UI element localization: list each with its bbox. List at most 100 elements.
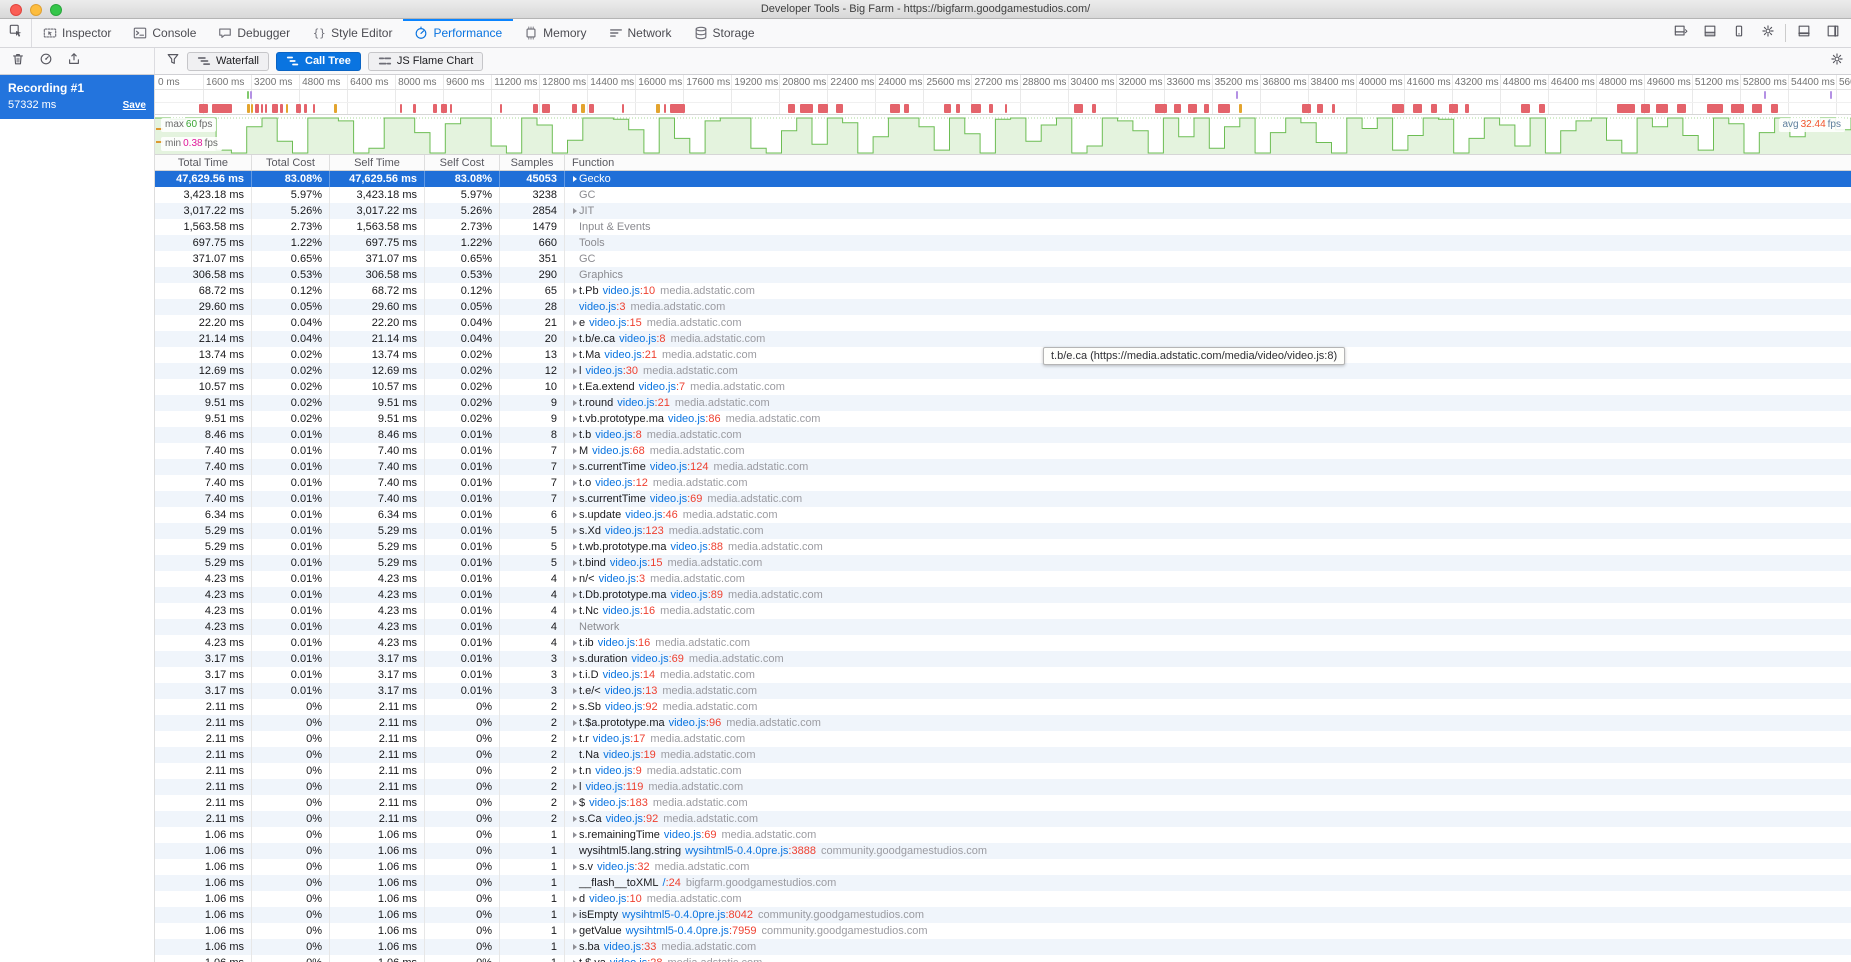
table-row[interactable]: 371.07 ms 0.65% 371.07 ms 0.65% 351 GC bbox=[155, 251, 1851, 267]
function-file-link[interactable]: video.js bbox=[599, 573, 636, 585]
table-row[interactable]: 3,423.18 ms 5.97% 3,423.18 ms 5.97% 3238 GC bbox=[155, 187, 1851, 203]
table-row[interactable]: 1.06 ms 0% 1.06 ms 0% 1 wysihtml5.lang.string… bbox=[155, 843, 1851, 859]
function-file-link[interactable]: video.js bbox=[592, 445, 629, 457]
expand-arrow-icon[interactable] bbox=[570, 720, 579, 726]
function-file-link[interactable]: video.js bbox=[603, 669, 640, 681]
table-row[interactable]: 4.23 ms 0.01% 4.23 ms 0.01% 4 t.Nc video.js:16… bbox=[155, 603, 1851, 619]
table-row[interactable]: 2.11 ms 0% 2.11 ms 0% 2 $ video.js:183 media.ad… bbox=[155, 795, 1851, 811]
function-file-link[interactable]: video.js bbox=[610, 557, 647, 569]
fps-graph[interactable]: max 60 fps min 0.38 fps avg 32.44 fps bbox=[155, 115, 1851, 155]
tab-performance[interactable]: Performance bbox=[403, 19, 513, 47]
column-header-self-time[interactable]: Self Time bbox=[330, 155, 425, 170]
function-file-link[interactable]: video.js bbox=[639, 381, 676, 393]
function-file-link[interactable]: video.js bbox=[670, 541, 707, 553]
filter-button[interactable] bbox=[166, 52, 180, 71]
table-row[interactable]: 2.11 ms 0% 2.11 ms 0% 2 s.Ca video.js:92 media.… bbox=[155, 811, 1851, 827]
dial-button[interactable] bbox=[33, 48, 58, 74]
expand-arrow-icon[interactable] bbox=[570, 320, 579, 326]
function-file-link[interactable]: video.js bbox=[610, 957, 647, 962]
column-header-total-time[interactable]: Total Time bbox=[155, 155, 252, 170]
table-row[interactable]: 9.51 ms 0.02% 9.51 ms 0.02% 9 t.vb.prototype.… bbox=[155, 411, 1851, 427]
table-row[interactable]: 22.20 ms 0.04% 22.20 ms 0.04% 21 e video.js:15… bbox=[155, 315, 1851, 331]
table-row[interactable]: 29.60 ms 0.05% 29.60 ms 0.05% 28 video.js:3 me… bbox=[155, 299, 1851, 315]
table-row[interactable]: 68.72 ms 0.12% 68.72 ms 0.12% 65 t.Pb video.js… bbox=[155, 283, 1851, 299]
table-row[interactable]: 1.06 ms 0% 1.06 ms 0% 1 isEmpty wysihtml5-0.4.… bbox=[155, 907, 1851, 923]
table-row[interactable]: 2.11 ms 0% 2.11 ms 0% 2 t.$a.prototype.ma vide… bbox=[155, 715, 1851, 731]
function-file-link[interactable]: video.js bbox=[669, 717, 706, 729]
function-file-link[interactable]: video.js bbox=[589, 317, 626, 329]
function-file-link[interactable]: video.js bbox=[598, 637, 635, 649]
function-file-link[interactable]: video.js bbox=[595, 429, 632, 441]
function-file-link[interactable]: video.js bbox=[595, 477, 632, 489]
expand-arrow-icon[interactable] bbox=[570, 816, 579, 822]
expand-arrow-icon[interactable] bbox=[570, 912, 579, 918]
expand-arrow-icon[interactable] bbox=[570, 928, 579, 934]
expand-arrow-icon[interactable] bbox=[570, 768, 579, 774]
function-file-link[interactable]: video.js bbox=[604, 349, 641, 361]
expand-arrow-icon[interactable] bbox=[570, 704, 579, 710]
dock-mode-button[interactable] bbox=[1666, 19, 1695, 47]
minimize-window-button[interactable] bbox=[30, 4, 42, 16]
function-file-link[interactable]: video.js bbox=[625, 509, 662, 521]
function-file-link[interactable]: wysihtml5-0.4.0pre.js bbox=[685, 845, 788, 857]
function-file-link[interactable]: video.js bbox=[589, 893, 626, 905]
column-header-samples[interactable]: Samples bbox=[500, 155, 565, 170]
expand-arrow-icon[interactable] bbox=[570, 656, 579, 662]
element-picker-button[interactable] bbox=[0, 19, 32, 47]
table-row[interactable]: 7.40 ms 0.01% 7.40 ms 0.01% 7 Mvideo.js:68 med… bbox=[155, 443, 1851, 459]
expand-arrow-icon[interactable] bbox=[570, 336, 579, 342]
column-header-function[interactable]: Function bbox=[565, 155, 1851, 170]
function-file-link[interactable]: wysihtml5-0.4.0pre.js bbox=[626, 925, 729, 937]
table-row[interactable]: 5.29 ms 0.01% 5.29 ms 0.01% 5 s.Xd video.js:12… bbox=[155, 523, 1851, 539]
close-window-button[interactable] bbox=[10, 4, 22, 16]
function-file-link[interactable]: video.js bbox=[589, 797, 626, 809]
table-row[interactable]: 2.11 ms 0% 2.11 ms 0% 2 s.Sb video.js:92 media.… bbox=[155, 699, 1851, 715]
function-file-link[interactable]: video.js bbox=[585, 365, 622, 377]
function-file-link[interactable]: video.js bbox=[585, 781, 622, 793]
tab-style-editor[interactable]: {} Style Editor bbox=[301, 19, 403, 47]
table-row[interactable]: 1.06 ms0%1.06 ms0%1t.$.vavideo.js:28medi… bbox=[155, 955, 1851, 962]
expand-arrow-icon[interactable] bbox=[570, 416, 579, 422]
table-row[interactable]: 4.23 ms 0.01% 4.23 ms 0.01% 4 n/< video.js:3 me… bbox=[155, 571, 1851, 587]
expand-arrow-icon[interactable] bbox=[570, 944, 579, 950]
function-file-link[interactable]: video.js bbox=[606, 813, 643, 825]
function-file-link[interactable]: video.js bbox=[603, 605, 640, 617]
expand-arrow-icon[interactable] bbox=[570, 464, 579, 470]
table-row[interactable]: 21.14 ms 0.04% 21.14 ms 0.04% 20 t.b/e.ca vide… bbox=[155, 331, 1851, 347]
clear-button[interactable] bbox=[5, 48, 30, 74]
expand-arrow-icon[interactable] bbox=[570, 352, 579, 358]
expand-arrow-icon[interactable] bbox=[570, 288, 579, 294]
table-row[interactable]: 13.74 ms 0.02% 13.74 ms 0.02% 13 t.Ma video.js… bbox=[155, 347, 1851, 363]
expand-arrow-icon[interactable] bbox=[570, 784, 579, 790]
function-file-link[interactable]: video.js bbox=[670, 589, 707, 601]
table-row[interactable]: 1.06 ms 0% 1.06 ms 0% 1 s.ba video.js:33 media.… bbox=[155, 939, 1851, 955]
expand-arrow-icon[interactable] bbox=[570, 640, 579, 646]
table-row[interactable]: 2.11 ms 0% 2.11 ms 0% 2 t.r video.js:17 media.a… bbox=[155, 731, 1851, 747]
expand-arrow-icon[interactable] bbox=[570, 384, 579, 390]
expand-arrow-icon[interactable] bbox=[570, 800, 579, 806]
function-file-link[interactable]: video.js bbox=[597, 861, 634, 873]
tab-storage[interactable]: Storage bbox=[683, 19, 766, 47]
table-row[interactable]: 1.06 ms 0% 1.06 ms 0% 1 getValue wysihtml5-0.4… bbox=[155, 923, 1851, 939]
table-row[interactable]: 12.69 ms 0.02% 12.69 ms 0.02% 12 l video.js:30… bbox=[155, 363, 1851, 379]
tab-debugger[interactable]: Debugger bbox=[207, 19, 301, 47]
timeline-overview[interactable]: 0 ms 1600 ms 3200 ms 4800 ms 6400 ms 8000 ms 9… bbox=[155, 75, 1851, 115]
function-file-link[interactable]: video.js bbox=[603, 749, 640, 761]
table-row[interactable]: 8.46 ms 0.01% 8.46 ms 0.01% 8 t.b video.js:8 me… bbox=[155, 427, 1851, 443]
performance-settings-button[interactable] bbox=[1830, 52, 1844, 71]
function-file-link[interactable]: video.js bbox=[605, 685, 642, 697]
expand-arrow-icon[interactable] bbox=[570, 896, 579, 902]
column-header-self-cost[interactable]: Self Cost bbox=[425, 155, 500, 170]
expand-arrow-icon[interactable] bbox=[570, 480, 579, 486]
table-row[interactable]: 7.40 ms 0.01% 7.40 ms 0.01% 7 s.currentTime vi… bbox=[155, 491, 1851, 507]
expand-arrow-icon[interactable] bbox=[570, 528, 579, 534]
table-row[interactable]: 2.11 ms 0% 2.11 ms 0% 2 l video.js:119 media.ad… bbox=[155, 779, 1851, 795]
js-flame-chart-view-button[interactable]: JS Flame Chart bbox=[367, 51, 484, 71]
table-row[interactable]: 5.29 ms 0.01% 5.29 ms 0.01% 5 t.bind video.js:… bbox=[155, 555, 1851, 571]
function-file-link[interactable]: video.js bbox=[603, 285, 640, 297]
expand-arrow-icon[interactable] bbox=[570, 400, 579, 406]
expand-arrow-icon[interactable] bbox=[570, 496, 579, 502]
tab-console[interactable]: Console bbox=[122, 19, 207, 47]
table-row[interactable]: 3.17 ms 0.01% 3.17 ms 0.01% 3 t.e/< video.js:1… bbox=[155, 683, 1851, 699]
function-file-link[interactable]: video.js bbox=[593, 733, 630, 745]
